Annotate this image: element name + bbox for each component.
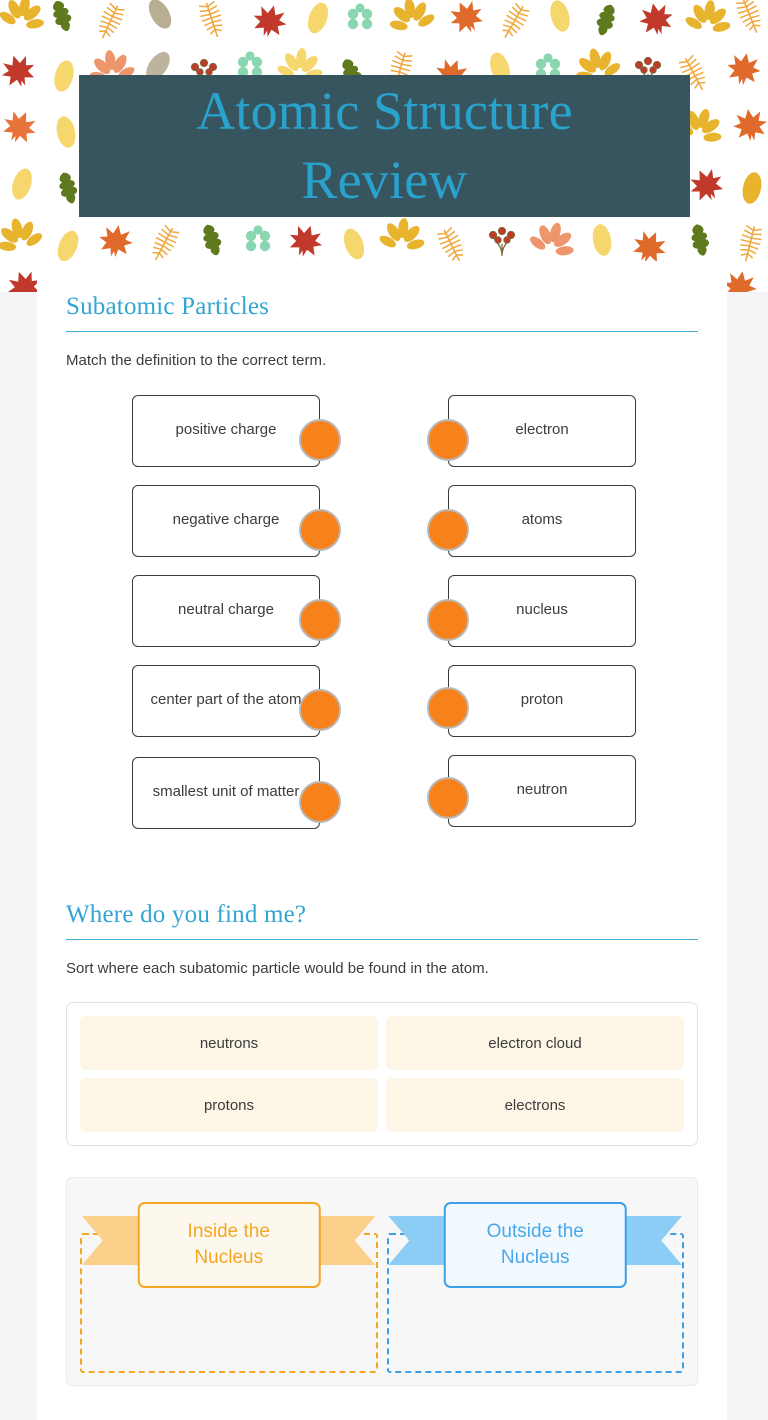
section-heading-subatomic-particles: Subatomic Particles <box>66 293 270 320</box>
match-term-box[interactable]: proton <box>448 664 636 737</box>
match-term-box[interactable]: neutron <box>448 754 636 827</box>
match-connector-dot-right[interactable] <box>427 508 469 551</box>
sort-category-outside-nucleus: Outside the Nucleus <box>386 1202 684 1373</box>
section-instruction-sorting: Sort where each subatomic particle would… <box>66 959 489 977</box>
match-row: center part of the atom proton <box>66 664 698 757</box>
match-connector-dot-right[interactable] <box>427 776 469 819</box>
page-title: Atomic Structure Review <box>196 77 573 214</box>
dropzone-outside-nucleus[interactable] <box>386 1233 684 1373</box>
match-term-box[interactable]: nucleus <box>448 574 636 647</box>
section-divider <box>66 331 698 332</box>
match-row: smallest unit of matter neutron <box>66 754 698 849</box>
match-definition-box[interactable]: positive charge <box>132 394 320 467</box>
match-connector-dot-left[interactable] <box>299 418 341 461</box>
match-definition-box[interactable]: smallest unit of matter <box>132 756 320 829</box>
match-row: positive charge electron <box>66 394 698 485</box>
match-definition-box[interactable]: neutral charge <box>132 574 320 647</box>
match-definition-box[interactable]: negative charge <box>132 484 320 557</box>
worksheet-content-card: Subatomic Particles Match the definition… <box>37 261 727 1420</box>
match-connector-dot-left[interactable] <box>299 508 341 551</box>
section-subatomic-particles: Subatomic Particles Match the definition… <box>66 293 698 849</box>
word-bank-tile[interactable]: neutrons <box>80 1016 378 1070</box>
match-term-box[interactable]: electron <box>448 394 636 467</box>
sorting-drop-area: Inside the Nucleus Outside the Nucleus <box>66 1177 698 1386</box>
match-connector-dot-right[interactable] <box>427 686 469 729</box>
page-title-line1: Atomic Structure <box>196 81 573 142</box>
match-connector-dot-left[interactable] <box>299 688 341 731</box>
section-instruction-matching: Match the definition to the correct term… <box>66 352 327 369</box>
matching-exercise: positive charge electron negative charge… <box>66 394 698 849</box>
word-bank-tile[interactable]: electron cloud <box>386 1016 684 1070</box>
match-connector-dot-left[interactable] <box>299 780 341 823</box>
match-term-box[interactable]: atoms <box>448 484 636 557</box>
match-connector-dot-right[interactable] <box>427 418 469 461</box>
match-row: neutral charge nucleus <box>66 574 698 665</box>
section-heading-where-do-you-find-me: Where do you find me? <box>66 900 307 928</box>
match-row: negative charge atoms <box>66 484 698 575</box>
word-bank-tile[interactable]: protons <box>80 1078 378 1132</box>
match-connector-dot-left[interactable] <box>299 598 341 641</box>
section-divider <box>66 938 698 940</box>
page-title-line2: Review <box>301 150 468 210</box>
section-where-do-you-find-me: Where do you find me? Sort where each su… <box>66 900 698 1386</box>
match-connector-dot-right[interactable] <box>427 598 469 641</box>
match-definition-box[interactable]: center part of the atom <box>132 664 320 737</box>
sorting-word-bank: neutrons electron cloud protons electron… <box>66 1002 698 1146</box>
sort-category-inside-nucleus: Inside the Nucleus <box>80 1202 378 1373</box>
dropzone-inside-nucleus[interactable] <box>80 1233 378 1373</box>
worksheet-title-banner: Atomic Structure Review <box>79 75 690 217</box>
word-bank-tile[interactable]: electrons <box>386 1078 684 1132</box>
